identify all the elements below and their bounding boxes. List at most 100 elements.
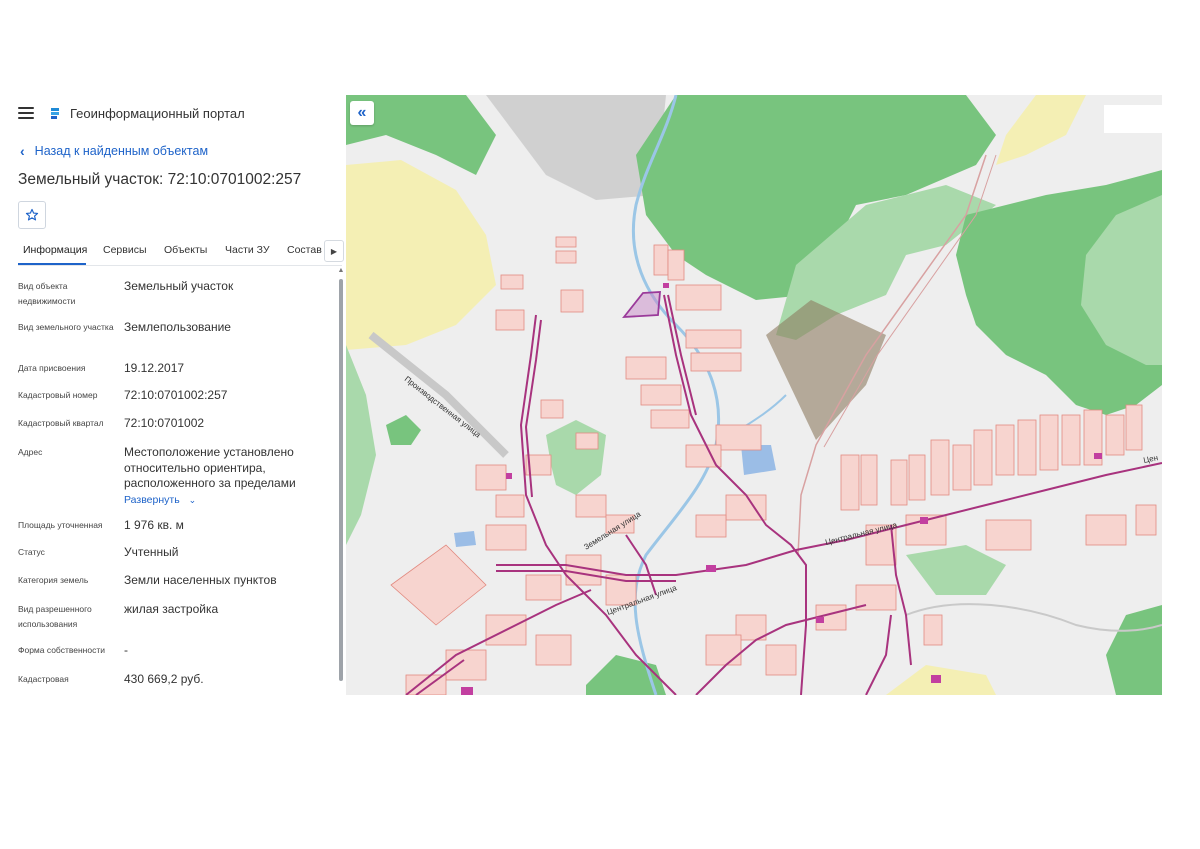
info-value: 430 669,2 руб. [124,672,204,686]
sidebar-scrollbar[interactable]: ▲ [337,267,345,697]
info-label: Статус [18,547,45,557]
parcel [695,514,727,538]
parcel [985,519,1032,551]
parcel [1039,414,1059,471]
info-label: Кадастровая [18,674,69,684]
structure [663,283,669,288]
parcel [860,454,878,506]
parcel [555,250,577,264]
chevron-right-icon: ▶ [330,246,338,256]
structure [706,565,716,572]
info-value: 19.12.2017 [124,361,185,375]
parcel [485,524,527,551]
top-bar: Геоинформационный портал [18,101,245,125]
chevron-down-icon: ⌄ [188,495,197,505]
double-chevron-left-icon: « [357,104,367,121]
tab-information[interactable]: Информация [23,244,87,256]
info-value: жилая застройка [124,602,219,616]
parcel [1085,514,1127,546]
parcel [840,454,860,511]
tab-services[interactable]: Сервисы [103,244,147,256]
info-value: - [124,643,128,657]
app-title: Геоинформационный портал [70,105,245,121]
parcel [575,494,607,518]
info-label: Кадастровый номер [18,390,98,400]
tab-composition[interactable]: Состав [287,244,322,256]
info-label: Площадь уточненная [18,520,103,530]
parcel [560,289,584,313]
parcel [475,464,507,491]
collapse-panel-button[interactable]: « [350,101,374,125]
info-label: Вид объекта недвижимости [18,281,76,306]
parcel [653,244,669,276]
structure [461,687,473,695]
tab-bar: Информация Сервисы Объекты Части ЗУ Сост… [18,237,344,266]
portal-logo-icon [51,108,59,119]
structure [816,617,824,623]
info-label: Адрес [18,447,43,457]
back-to-results-link[interactable]: ‹ Назад к найденным объектам [20,143,208,159]
tabs-scroll-right-button[interactable]: ▶ [324,240,344,262]
parcel [650,409,690,429]
map-control-panel[interactable] [1104,105,1162,133]
scrollbar-thumb[interactable] [339,279,343,681]
parcel [540,399,564,419]
parcel [445,649,487,681]
parcel [640,384,682,406]
info-value: Земли населенных пунктов [124,573,277,587]
tab-land-parts[interactable]: Части ЗУ [225,244,270,256]
parcel [1061,414,1081,466]
expand-address-link[interactable]: Развернуть ⌄ [124,494,196,506]
info-value: 72:10:0701002 [124,416,205,430]
map-canvas[interactable]: Производственная улица Центральная улица… [346,95,1162,695]
parcel [765,644,797,676]
object-title: Земельный участок: 72:10:0701002:257 [18,171,302,188]
chevron-left-icon: ‹ [20,143,25,159]
parcel [675,284,722,311]
parcel [495,494,525,518]
parcel [952,444,972,491]
info-label: Кадастровый квартал [18,418,104,428]
active-tab-indicator [18,263,86,265]
parcel [973,429,993,486]
info-value: Учтенный [124,545,179,559]
parcel [1017,419,1037,476]
parcel [923,614,943,646]
scroll-up-icon[interactable]: ▲ [337,267,345,275]
info-value: 72:10:0701002:257 [124,388,228,402]
expand-label: Развернуть [124,494,180,506]
parcel [500,274,524,290]
info-label: Форма собственности [18,645,105,655]
tab-objects[interactable]: Объекты [164,244,207,256]
parcel [1125,404,1143,451]
structure [931,675,941,683]
info-value: Землепользование [124,320,231,334]
map-view[interactable]: Производственная улица Центральная улица… [346,95,1162,695]
parcel [690,352,742,372]
parcel [908,454,926,501]
info-label: Вид разрешенного использования [18,604,92,629]
parcel [495,309,525,331]
info-value: Местоположение установлено относительно … [124,445,296,490]
parcel [1135,504,1157,536]
parcel [575,432,599,450]
info-sidebar: Геоинформационный портал ‹ Назад к найде… [0,95,346,700]
parcel [685,329,742,349]
info-label: Категория земель [18,575,89,585]
star-icon [25,208,39,221]
parcel [555,236,577,248]
structure [506,473,512,479]
info-label: Вид земельного участка [18,322,114,332]
info-label: Дата присвоения [18,363,86,373]
parcel [705,634,742,666]
structure [920,517,928,524]
pond [454,531,476,547]
favorite-button[interactable] [18,201,46,229]
info-value: Земельный участок [124,279,234,293]
hamburger-menu-icon[interactable] [18,107,34,119]
parcel [535,634,572,666]
parcel [890,459,908,506]
parcel [995,424,1015,476]
structure [1094,453,1102,459]
parcel [1105,414,1125,456]
